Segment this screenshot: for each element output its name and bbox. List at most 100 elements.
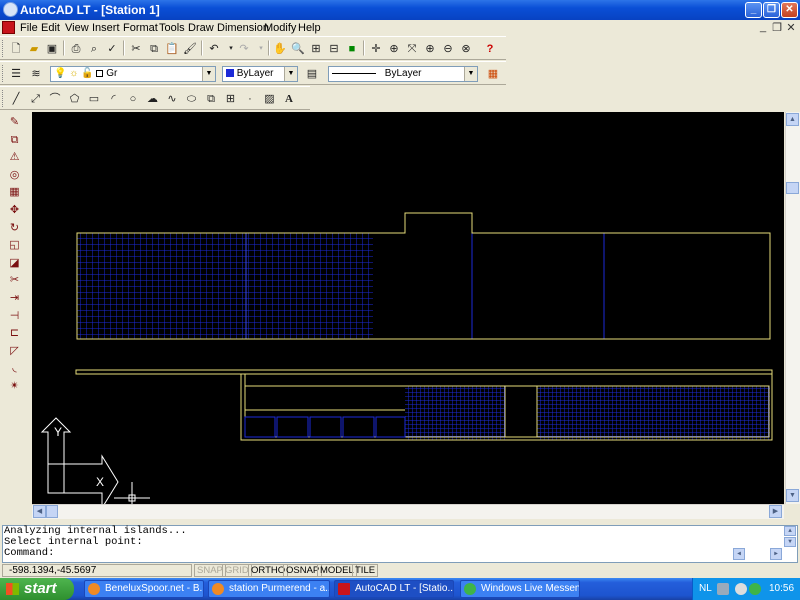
start-button[interactable]: start [0,578,74,600]
drawing-canvas[interactable]: Y X [32,112,784,510]
zoom-in-icon[interactable]: ⊕ [422,40,438,56]
help-icon[interactable]: ? [482,40,498,56]
polygon-icon[interactable]: ⬠ [67,90,83,106]
offset-icon[interactable]: ◎ [6,167,23,183]
linetype-dropdown[interactable]: ByLayer ▼ [328,66,478,82]
toolbar-grip[interactable] [2,40,5,57]
rotate-icon[interactable]: ↻ [6,220,23,236]
copy-icon[interactable]: ⧉ [146,40,162,56]
command-scroll-up-icon[interactable]: ▲ [784,526,796,536]
revision-cloud-icon[interactable]: ☁ [145,90,161,106]
menu-help[interactable]: Help [298,22,321,34]
title-bar[interactable]: AutoCAD LT - [Station 1] _ ❐ ✕ [0,0,800,20]
lower-hatch-right[interactable] [537,386,770,440]
menu-draw[interactable]: Draw [188,22,214,34]
model-toggle[interactable]: MODEL [317,564,357,577]
polyline-icon[interactable]: ⌒ [47,90,63,106]
zoom-previous-icon[interactable]: ⊟ [326,40,342,56]
open-icon[interactable]: ▰ [26,40,42,56]
network-icon[interactable] [717,583,729,595]
command-window[interactable]: Analyzing internal islands... Select int… [2,525,798,563]
save-icon[interactable]: ▣ [44,40,60,56]
design-center-icon[interactable]: ⊕ [386,40,402,56]
horizontal-scroll-thumb[interactable] [46,505,58,518]
scale-icon[interactable]: ◱ [6,237,23,253]
scroll-left-icon[interactable]: ◀ [33,505,46,518]
line-icon[interactable]: ╱ [8,90,24,106]
menu-modify[interactable]: Modify [264,22,296,34]
copy-icon[interactable]: ⧉ [6,132,23,148]
move-icon[interactable]: ✥ [6,202,23,218]
layer-properties-icon[interactable]: ☰ [8,65,24,81]
new-icon[interactable]: 🗋 [8,40,24,56]
coordinate-display[interactable]: -598.1394,-45.5697 [2,564,192,577]
taskbar-item-firefox-station[interactable]: station Purmerend - a... [208,580,330,598]
match-properties-icon[interactable]: 🖌 [182,40,198,56]
zoom-out-icon[interactable]: ⊖ [440,40,456,56]
minimize-button[interactable]: _ [745,2,762,18]
explode-icon[interactable]: ✴ [6,378,23,394]
upper-building[interactable] [76,212,771,340]
redo-dropdown-icon[interactable]: ▾ [253,40,269,56]
mdi-close-button[interactable]: ✕ [785,21,797,34]
maximize-button[interactable]: ❐ [763,2,780,18]
menu-format[interactable]: Format [123,22,158,34]
join-icon[interactable]: ⊏ [6,325,23,341]
horizontal-scrollbar[interactable]: ◀ ▶ [32,504,784,519]
multiline-text-icon[interactable]: A [281,90,297,106]
break-icon[interactable]: ⊣ [6,308,23,324]
canopy-line[interactable] [75,369,773,375]
array-icon[interactable]: ▦ [6,184,23,200]
spelling-icon[interactable]: ✓ [104,40,120,56]
command-scroll-right-icon[interactable]: ▶ [770,548,782,560]
undo-icon[interactable]: ↶ [206,40,222,56]
circle-icon[interactable]: ○ [125,90,141,106]
taskbar-item-messenger[interactable]: Windows Live Messen... [460,580,580,598]
mdi-minimize-button[interactable]: _ [757,21,769,33]
toolbar-grip[interactable] [2,90,5,107]
stretch-icon[interactable]: ◪ [6,255,23,271]
taskbar-item-autocad[interactable]: AutoCAD LT - [Statio... [334,580,454,598]
spline-icon[interactable]: ∿ [164,90,180,106]
arc-icon[interactable]: ◜ [106,90,122,106]
properties-icon[interactable]: ✛ [368,40,384,56]
vertical-scroll-thumb[interactable] [786,182,799,194]
vertical-scrollbar[interactable]: ▲ ▼ [785,112,800,504]
fillet-icon[interactable]: ◟ [6,360,23,376]
command-scroll-left-icon[interactable]: ◀ [733,548,745,560]
language-indicator[interactable]: NL [699,578,712,600]
aerial-view-icon[interactable]: ■ [344,40,360,56]
autocad-app-icon[interactable] [3,2,18,17]
zoom-realtime-icon[interactable]: 🔍 [290,40,306,56]
scroll-up-icon[interactable]: ▲ [786,113,799,126]
volume-icon[interactable] [735,583,747,595]
paste-icon[interactable]: 📋 [164,40,180,56]
tile-toggle[interactable]: TILE [352,564,379,577]
layer-previous-icon[interactable]: ≋ [28,65,44,81]
lower-hatch-left[interactable] [405,386,505,440]
pan-realtime-icon[interactable]: ✋ [272,40,288,56]
taskbar-item-firefox-beneluxspoor[interactable]: BeneluxSpoor.net - B... [84,580,204,598]
mdi-restore-button[interactable]: ❐ [771,21,783,34]
tool-palettes-icon[interactable]: ⤧ [404,40,420,56]
scroll-right-icon[interactable]: ▶ [769,505,782,518]
ellipse-icon[interactable]: ⬭ [184,90,200,106]
insert-block-icon[interactable]: ⧉ [203,90,219,106]
linetype-manager-icon[interactable]: ▤ [304,65,320,81]
chamfer-icon[interactable]: ◸ [6,343,23,359]
close-button[interactable]: ✕ [781,2,798,18]
point-icon[interactable]: · [242,90,258,106]
cut-icon[interactable]: ✂ [128,40,144,56]
hatch-icon[interactable]: ▨ [262,90,278,106]
menu-insert[interactable]: Insert [92,22,120,34]
menu-file[interactable]: File [20,22,38,34]
menu-tools[interactable]: Tools [159,22,185,34]
layer-dropdown[interactable]: 💡 ☼ 🔓 Gr ▼ [50,66,216,82]
zoom-extents-icon[interactable]: ⊗ [458,40,474,56]
menu-dimension[interactable]: Dimension [217,22,269,34]
print-icon[interactable]: ⎙ [68,40,84,56]
command-scroll-down-icon[interactable]: ▼ [784,537,796,547]
command-prompt[interactable]: Command: [4,548,797,559]
make-block-icon[interactable]: ⊞ [223,90,239,106]
construction-line-icon[interactable]: ⤢ [28,90,44,106]
